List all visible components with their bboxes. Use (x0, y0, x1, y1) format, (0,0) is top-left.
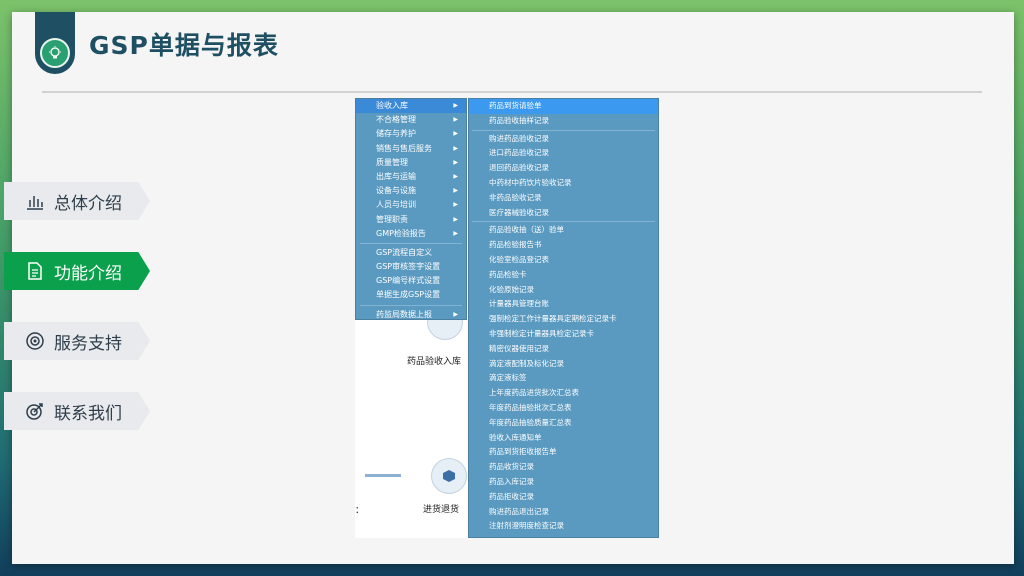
submenu-item[interactable]: 验收入库通知单 (469, 431, 658, 446)
submenu-arrow-icon: ▶ (453, 172, 458, 180)
menu-item-label: 人员与培训 (376, 200, 416, 210)
submenu-arrow-icon: ▶ (453, 310, 458, 318)
submenu-item[interactable]: 滴定液配制及标化记录 (469, 357, 658, 372)
submenu-item[interactable]: 年度药品抽验质量汇总表 (469, 416, 658, 431)
menu-item-label: 储存与养护 (376, 129, 416, 139)
submenu-item[interactable]: 化验原始记录 (469, 283, 658, 298)
submenu-arrow-icon: ▶ (453, 201, 458, 209)
submenu-item[interactable]: 计量器具管理台账 (469, 297, 658, 312)
submenu-item[interactable]: 药品验收抽（送）验单 (469, 223, 658, 238)
menu-item[interactable]: 单据生成GSP设置 (356, 288, 466, 302)
document-icon (24, 260, 46, 282)
menu-item[interactable]: GSP编号样式设置 (356, 274, 466, 288)
menu-item-label: 药监局数据上报 (376, 309, 432, 319)
menu-item-label: 不合格管理 (376, 115, 416, 125)
nav-label: 服务支持 (54, 333, 122, 354)
nav-label: 功能介绍 (54, 263, 122, 284)
menu-item[interactable]: 销售与售后服务 ▶ (356, 142, 466, 156)
submenu-item[interactable]: 滴定液标签 (469, 371, 658, 386)
title-divider (42, 91, 982, 93)
target-icon (24, 330, 46, 352)
lightbulb-icon (40, 38, 70, 68)
menu-item[interactable]: 管理职责 ▶ (356, 213, 466, 227)
submenu-item[interactable]: 药品收货记录 (469, 460, 658, 475)
bar-chart-icon (24, 190, 46, 212)
submenu-item[interactable]: 药品验收抽样记录 (469, 114, 658, 129)
target-arrow-icon (24, 400, 46, 422)
menu-item[interactable]: GMP检验报告 ▶ (356, 227, 466, 241)
submenu-arrow-icon: ▶ (453, 144, 458, 152)
submenu-item[interactable]: 非强制检定计量器具检定记录卡 (469, 327, 658, 342)
menu-item[interactable]: 质量管理 ▶ (356, 156, 466, 170)
bg-label-return: 进货退货 (423, 505, 460, 515)
submenu-arrow-icon: ▶ (453, 229, 458, 237)
submenu-item[interactable]: 化验室检品登记表 (469, 253, 658, 268)
nav-item-features[interactable]: 功能介绍 (4, 252, 150, 290)
menu-item[interactable]: GSP审核签字设置 (356, 260, 466, 274)
submenu-arrow-icon: ▶ (453, 215, 458, 223)
menu-item[interactable]: GSP流程自定义 (356, 246, 466, 260)
menu-item[interactable]: 人员与培训 ▶ (356, 198, 466, 212)
submenu-arrow-icon: ▶ (453, 102, 458, 109)
menu-item-label: GMP检验报告 (376, 228, 426, 238)
submenu-arrow-icon: ▶ (453, 130, 458, 138)
menu-separator (360, 242, 462, 244)
submenu-item[interactable]: 强制检定工作计量器具定期检定记录卡 (469, 312, 658, 327)
submenu-item[interactable]: 购进药品退出记录 (469, 505, 658, 520)
menu-item[interactable]: 储存与养护 ▶ (356, 127, 466, 141)
submenu-item[interactable]: 注射剂澄明度检查记录 (469, 519, 658, 534)
submenu-item[interactable]: 药品检验报告书 (469, 238, 658, 253)
menu-separator (360, 304, 462, 306)
menu-item-label: 出库与运输 (376, 171, 416, 181)
box-icon (431, 458, 467, 494)
menu-item[interactable]: 验收入库 ▶ (356, 99, 466, 114)
bg-label-inspection: 药品验收入库 (407, 357, 462, 367)
title-badge (35, 12, 75, 74)
submenu-item[interactable]: 购进药品验收记录 (469, 132, 658, 147)
menu-separator (472, 221, 655, 223)
submenu-item[interactable]: 精密仪器使用记录 (469, 342, 658, 357)
submenu-item[interactable]: 医疗器械验收记录 (469, 206, 658, 221)
menu-separator (472, 129, 655, 131)
submenu-arrow-icon: ▶ (453, 158, 458, 166)
menu-item-label: 设备与设施 (376, 186, 416, 196)
submenu-item[interactable]: 年度药品抽验批次汇总表 (469, 401, 658, 416)
submenu-item[interactable]: 药品入库记录 (469, 475, 658, 490)
software-screenshot: 药品验收入库 进货退货 ： 验收入库 ▶ 不合格管理 ▶ 储存与养护 ▶ 销售与售后服务 ▶ 质… (355, 98, 659, 538)
submenu-arrow-icon: ▶ (453, 187, 458, 195)
menu-item-label: GSP审核签字设置 (376, 262, 441, 272)
submenu-item[interactable]: 药品到货拒收报告单 (469, 445, 658, 460)
menu-item-label: 销售与售后服务 (376, 143, 432, 153)
bg-label-colon: ： (355, 506, 365, 516)
submenu-arrow-icon: ▶ (453, 116, 458, 124)
menu-item-label: 验收入库 (376, 101, 408, 110)
submenu-item[interactable]: 药品拒收记录 (469, 490, 658, 505)
menu-item-label: GSP流程自定义 (376, 247, 433, 257)
flow-arrow (365, 474, 401, 477)
nav-label: 总体介绍 (54, 193, 122, 214)
main-context-menu: 验收入库 ▶ 不合格管理 ▶ 储存与养护 ▶ 销售与售后服务 ▶ 质量管理 ▶ 出库与运输 ▶ 设备与设… (355, 98, 467, 320)
menu-item-label: 单据生成GSP设置 (376, 290, 441, 300)
nav-item-contact[interactable]: 联系我们 (4, 392, 150, 430)
submenu-item[interactable]: 中药材中药饮片验收记录 (469, 176, 658, 191)
menu-item-label: GSP编号样式设置 (376, 276, 441, 286)
submenu-item[interactable]: 非药品验收记录 (469, 191, 658, 206)
menu-item-label: 质量管理 (376, 157, 408, 167)
submenu-item[interactable]: 药品检验卡 (469, 268, 658, 283)
nav-item-overview[interactable]: 总体介绍 (4, 182, 150, 220)
nav-label: 联系我们 (54, 403, 122, 424)
menu-item-label: 管理职责 (376, 214, 408, 224)
submenu-item[interactable]: 进口药品验收记录 (469, 146, 658, 161)
submenu-item[interactable]: 上年度药品进货批次汇总表 (469, 386, 658, 401)
menu-item[interactable]: 不合格管理 ▶ (356, 113, 466, 127)
nav-item-support[interactable]: 服务支持 (4, 322, 150, 360)
page-title: GSP单据与报表 (89, 31, 279, 60)
menu-item[interactable]: 出库与运输 ▶ (356, 170, 466, 184)
menu-item[interactable]: 药监局数据上报 ▶ (356, 308, 466, 322)
menu-item[interactable]: 设备与设施 ▶ (356, 184, 466, 198)
slide-canvas: GSP单据与报表 总体介绍 功能介绍 服务支持 联系我们 药品验收入库 进货退货… (4, 12, 1014, 564)
submenu-item[interactable]: 退回药品验收记录 (469, 161, 658, 176)
submenu-item[interactable]: 药品到货请验单 (469, 99, 658, 114)
submenu: 药品到货请验单 药品验收抽样记录 购进药品验收记录 进口药品验收记录 退回药品验收记录… (468, 98, 659, 538)
